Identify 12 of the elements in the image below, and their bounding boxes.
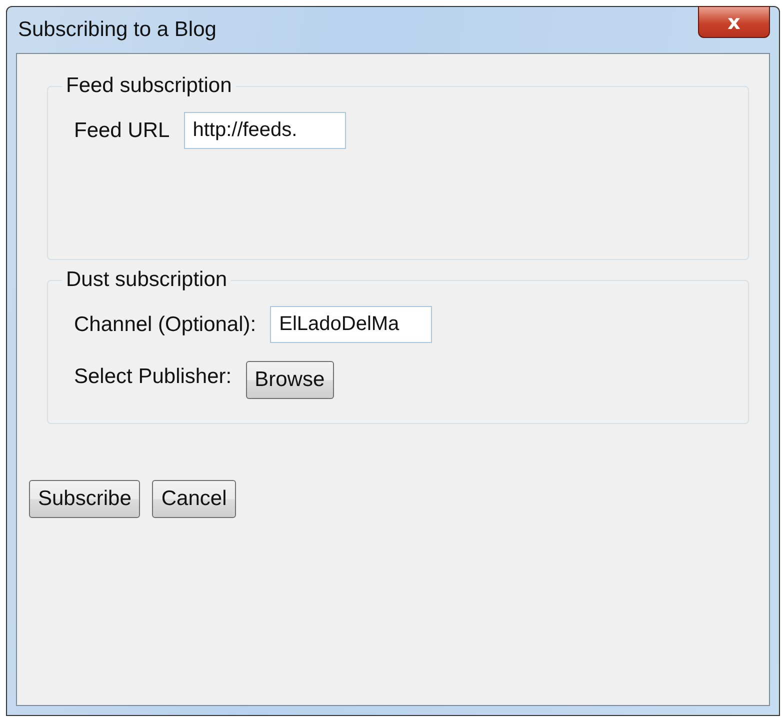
group-title: Feed subscription <box>65 74 233 98</box>
window-title: Subscribing to a Blog <box>17 18 216 42</box>
dialog-button[interactable]: Subscribe <box>29 480 140 518</box>
group-title: Dust subscription <box>65 268 228 292</box>
browse-button[interactable]: Browse <box>246 361 334 399</box>
field-label: Select Publisher: <box>74 365 232 389</box>
input-field[interactable]: ElLadoDelMa <box>270 306 432 343</box>
close-button[interactable]: x <box>698 6 770 38</box>
input-field[interactable]: http://feeds. <box>184 112 346 149</box>
field-label: Feed URL <box>74 118 170 142</box>
dialog-button[interactable]: Cancel <box>152 480 236 518</box>
field-label: Channel (Optional): <box>74 312 256 336</box>
